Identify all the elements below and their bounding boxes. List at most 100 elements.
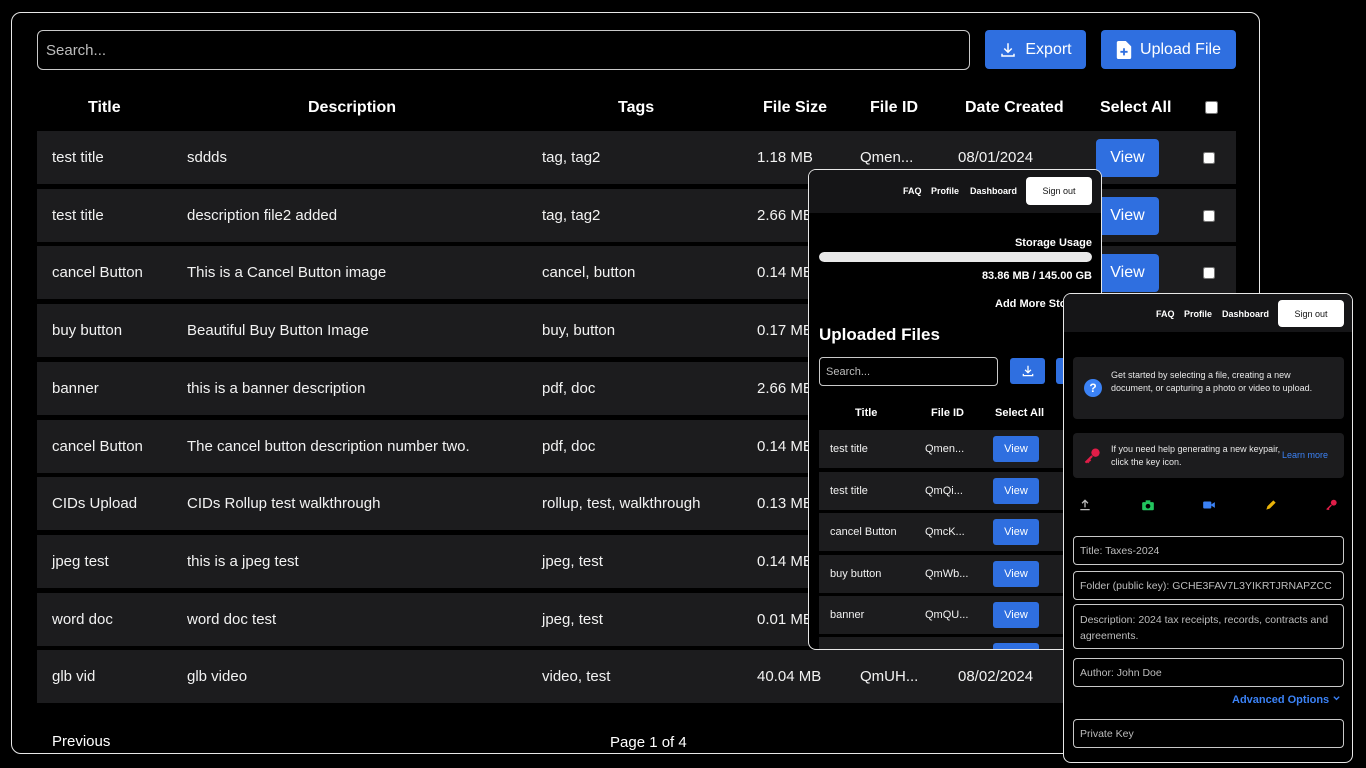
cell-description: Beautiful Buy Button Image: [187, 322, 369, 340]
nav-profile[interactable]: Profile: [931, 186, 959, 196]
cell-tags: cancel, button: [542, 264, 636, 282]
cell-description: description file2 added: [187, 206, 338, 224]
title-field[interactable]: [1073, 536, 1344, 565]
top-nav: FAQ Profile Dashboard Sign out: [809, 170, 1101, 213]
key-icon[interactable]: [1325, 498, 1339, 512]
add-more-storage-link[interactable]: Add More Sto: [995, 298, 1067, 310]
cell-id: QmUH...: [860, 668, 919, 686]
description-field[interactable]: [1073, 604, 1344, 649]
file-plus-icon: [1116, 40, 1132, 59]
cell-size: 1.18 MB: [757, 149, 813, 166]
table-row: glb vid glb video video, test 40.04 MB QmUH.…: [37, 650, 1236, 704]
view-button[interactable]: View: [993, 436, 1039, 462]
upload-file-label: Upload File: [1140, 40, 1221, 58]
row-checkbox[interactable]: [1203, 267, 1215, 280]
cell-title: test title: [52, 206, 104, 224]
nav-dashboard[interactable]: Dashboard: [970, 186, 1017, 196]
storage-progress-fill: [819, 252, 1092, 262]
view-button[interactable]: View: [993, 519, 1039, 545]
search-input[interactable]: [819, 357, 998, 386]
column-header-title: Title: [855, 407, 878, 419]
storage-usage-label: Storage Usage: [1014, 237, 1092, 249]
nav-profile[interactable]: Profile: [1184, 309, 1212, 319]
cell-tags: tag, tag2: [542, 149, 601, 166]
cell-title: test title: [830, 484, 868, 497]
cell-tags: jpeg, test: [542, 552, 603, 570]
cell-date: 08/02/2024: [958, 668, 1034, 686]
nav-faq[interactable]: FAQ: [1156, 309, 1175, 319]
cell-size: 40.04 MB: [757, 668, 822, 686]
cell-size: 2.66 MB: [757, 379, 813, 397]
cell-size: 0.14 MB: [757, 264, 813, 282]
sign-out-button[interactable]: Sign out: [1278, 300, 1344, 327]
cell-tags: tag, tag2: [542, 206, 601, 224]
advanced-options-toggle[interactable]: Advanced Options: [1232, 694, 1341, 706]
cell-tags: jpeg, test: [542, 610, 603, 628]
learn-more-link[interactable]: Learn more: [1282, 450, 1328, 460]
select-all-label: Select All: [1100, 99, 1172, 116]
uploaded-files-heading: Uploaded Files: [819, 325, 940, 344]
cell-id: QmWb...: [925, 567, 969, 580]
cell-id: QmQi...: [925, 484, 963, 497]
cell-title: cancel Button: [52, 264, 143, 282]
select-all-label: Select All: [995, 407, 1045, 419]
private-key-field[interactable]: [1073, 719, 1344, 748]
view-button[interactable]: View: [993, 477, 1039, 504]
upload-icon[interactable]: [1078, 498, 1092, 512]
search-input[interactable]: [37, 30, 970, 70]
table-row: test title Qmen... View: [819, 430, 1101, 468]
column-header-file-size: File Size: [763, 99, 828, 116]
tablet-view-window: FAQ Profile Dashboard Sign out Storage U…: [808, 169, 1102, 650]
view-button[interactable]: [993, 643, 1039, 649]
pencil-icon[interactable]: [1264, 498, 1278, 512]
table-row: test title QmQi... View: [819, 471, 1101, 510]
keypair-help-text: If you need help generating a new keypai…: [1111, 444, 1281, 467]
page-indicator: Page 1 of 4: [610, 734, 687, 751]
cell-id: Qmen...: [925, 443, 965, 455]
cell-id: QmcK...: [925, 526, 965, 538]
download-icon: [1022, 365, 1033, 377]
table-row: cancel Button QmcK... View: [819, 513, 1101, 551]
previous-page-button[interactable]: Previous: [52, 733, 110, 750]
column-header-tags: Tags: [618, 99, 655, 116]
cell-tags: buy, button: [542, 322, 616, 340]
row-checkbox[interactable]: [1203, 209, 1215, 222]
cell-size: 2.66 MB: [757, 206, 813, 224]
cell-title: CIDs Upload: [52, 495, 138, 513]
table-row: banner QmQU... View: [819, 596, 1101, 634]
question-icon: ?: [1084, 379, 1102, 397]
video-camera-icon[interactable]: [1202, 498, 1216, 512]
view-button[interactable]: View: [993, 560, 1039, 587]
nav-dashboard[interactable]: Dashboard: [1222, 309, 1269, 319]
keypair-help-card: If you need help generating a new keypai…: [1073, 433, 1344, 478]
cell-size: 0.13 MB: [757, 495, 813, 513]
row-checkbox[interactable]: [1203, 152, 1215, 164]
cell-title: cancel Button: [52, 437, 143, 455]
cell-description: CIDs Rollup test walkthrough: [187, 495, 381, 513]
cell-description: This is a Cancel Button image: [187, 264, 387, 282]
camera-icon[interactable]: [1141, 498, 1155, 512]
column-header-file-id: File ID: [931, 407, 965, 419]
upload-file-button[interactable]: Upload File: [1101, 30, 1236, 69]
export-button[interactable]: Export: [985, 30, 1086, 69]
view-button[interactable]: View: [1096, 254, 1159, 293]
cell-title: buy button: [52, 322, 123, 340]
cell-size: 0.14 MB: [757, 552, 813, 570]
select-all-checkbox[interactable]: [1205, 101, 1218, 114]
view-button[interactable]: View: [1096, 196, 1159, 235]
view-button[interactable]: View: [1096, 139, 1159, 177]
storage-usage-value: 83.86 MB / 145.00 GB: [981, 270, 1092, 282]
cell-size: 0.17 MB: [757, 322, 813, 340]
sign-out-button[interactable]: Sign out: [1026, 177, 1092, 205]
getting-started-card: ? Get started by selecting a file, creat…: [1073, 357, 1344, 419]
cell-tags: rollup, test, walkthrough: [542, 495, 701, 513]
cell-tags: pdf, doc: [542, 437, 596, 455]
view-button[interactable]: View: [993, 602, 1039, 628]
cell-size: 0.14 MB: [757, 437, 813, 455]
author-field[interactable]: [1073, 658, 1344, 687]
storage-progress-bar: [819, 252, 1092, 262]
column-header-title: Title: [88, 99, 121, 116]
export-button[interactable]: [1010, 358, 1045, 384]
folder-public-key-field[interactable]: [1073, 571, 1344, 600]
nav-faq[interactable]: FAQ: [903, 186, 922, 196]
